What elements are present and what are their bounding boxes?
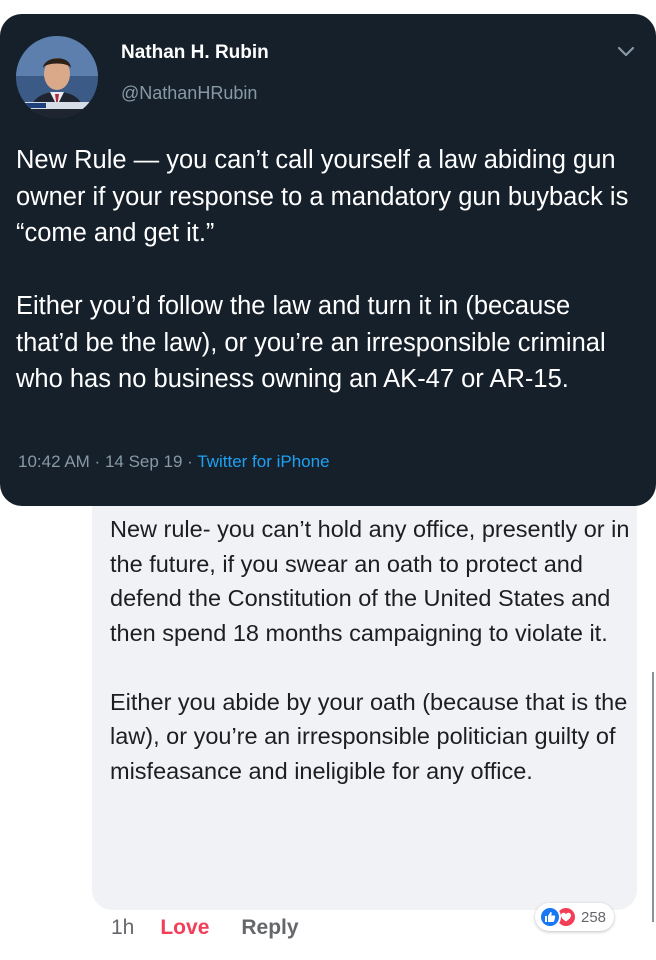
tweet-text: New Rule — you can’t call yourself a law… [16, 146, 629, 393]
reply-button[interactable]: Reply [241, 916, 298, 940]
like-icon [539, 906, 561, 928]
avatar[interactable] [16, 36, 98, 118]
comment-text: New rule- you can’t hold any office, pre… [110, 516, 630, 784]
meta-separator: · [182, 452, 198, 471]
thread-line [652, 672, 654, 922]
comment-actions: 1h Love Reply [111, 912, 299, 944]
tweet-card[interactable]: Nathan H. Rubin @NathanHRubin New Rule —… [0, 14, 656, 506]
love-button[interactable]: Love [160, 916, 209, 940]
reaction-count: 258 [581, 908, 607, 926]
tweet-source-link[interactable]: Twitter for iPhone [197, 452, 329, 471]
chevron-down-icon[interactable] [616, 44, 636, 58]
display-name[interactable]: Nathan H. Rubin [121, 42, 269, 64]
screenshot: Nathan H. Rubin @NathanHRubin New Rule —… [0, 0, 656, 960]
tweet-date[interactable]: 14 Sep 19 [105, 452, 183, 471]
comment-timestamp[interactable]: 1h [111, 916, 134, 940]
profile-photo-icon [16, 36, 98, 118]
meta-separator: · [89, 452, 105, 471]
tweet-metadata: 10:42 AM · 14 Sep 19 · Twitter for iPhon… [18, 452, 330, 472]
tweet-time[interactable]: 10:42 AM [18, 452, 90, 471]
reaction-summary[interactable]: 258 [535, 903, 615, 931]
user-handle[interactable]: @NathanHRubin [121, 83, 257, 104]
